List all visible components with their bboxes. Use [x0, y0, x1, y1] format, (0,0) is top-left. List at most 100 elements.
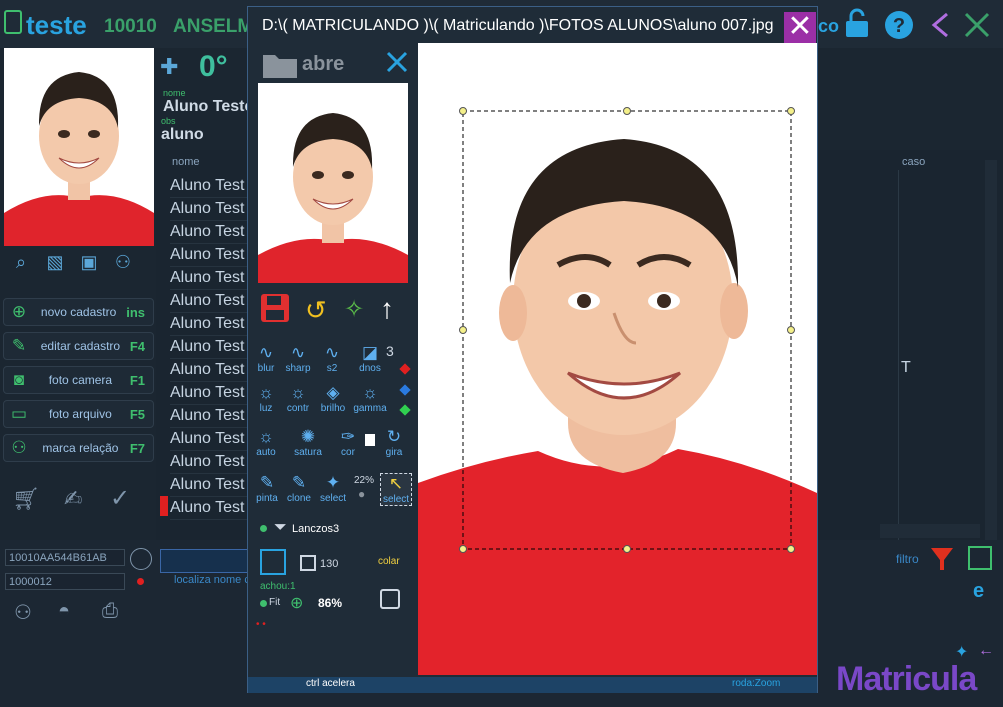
file-photo-button[interactable]: ▭ foto arquivo F5 [3, 400, 154, 428]
check-icon[interactable]: ✓ [110, 484, 130, 513]
back-icon[interactable] [930, 12, 950, 43]
undo-icon[interactable]: ↺ [305, 295, 327, 326]
crop-handle-bottom-left[interactable] [459, 545, 467, 553]
clean-broom-icon[interactable]: ✧ [344, 295, 364, 324]
sharp-control[interactable]: ∿ sharp [284, 343, 312, 374]
save-icon[interactable] [260, 293, 290, 328]
crop-handle-bottom[interactable] [623, 545, 631, 553]
image-edit-icon[interactable]: ▧ [38, 252, 72, 273]
light-control[interactable]: ☼ luz [254, 383, 278, 414]
paint-control[interactable]: ✎ pinta [254, 473, 280, 504]
camera-photo-button[interactable]: ◙ foto camera F1 [3, 366, 154, 394]
handshake-add-icon[interactable]: ✚ [160, 54, 178, 80]
grid-horizontal-scrollbar[interactable] [880, 524, 980, 538]
relations-icon[interactable]: ⚇ [106, 252, 140, 273]
color-swatch[interactable] [365, 434, 375, 446]
table-row[interactable]: Aluno Test [170, 473, 254, 497]
table-row[interactable]: Aluno Test [170, 335, 254, 359]
gamma-control[interactable]: ☼ gamma [352, 383, 388, 414]
color-picker-control[interactable]: ✑ cor [336, 427, 360, 458]
select-percent: 22% [354, 475, 375, 486]
zoom-in-icon[interactable]: ⊕ [290, 593, 303, 613]
fullscreen-icon[interactable] [380, 589, 400, 609]
table-row[interactable]: Aluno Test [170, 289, 254, 313]
brightness-control[interactable]: ◈ brilho [318, 383, 348, 414]
table-row[interactable]: Aluno Test [170, 450, 254, 474]
table-row[interactable]: Aluno Test [170, 496, 254, 520]
user-search-icon[interactable] [130, 548, 152, 570]
crop-size-value[interactable]: 130 [320, 558, 338, 570]
filter-icon[interactable] [930, 546, 954, 577]
help-icon[interactable]: ? [884, 10, 914, 45]
grid-vertical-scrollbar[interactable] [985, 160, 997, 540]
column-header-caso[interactable]: caso [902, 156, 925, 168]
table-row[interactable]: Aluno Test [170, 427, 254, 451]
contact-card-icon[interactable]: ▣ [72, 252, 106, 273]
saturation-control[interactable]: ✺ satura [290, 427, 326, 458]
column-header-name[interactable]: nome [172, 156, 200, 168]
table-row[interactable]: Aluno Test [170, 174, 254, 198]
paste-label[interactable]: colar [378, 556, 400, 567]
fit-label[interactable]: Fit [269, 597, 280, 608]
edit-record-button[interactable]: ✎ editar cadastro F4 [3, 332, 154, 360]
caso-cell: T [901, 359, 911, 376]
status-dot [137, 578, 144, 585]
status-dots: • • [256, 619, 266, 630]
table-row[interactable]: Aluno Test [170, 266, 254, 290]
browser-e-icon[interactable]: e [973, 580, 984, 603]
open-folder-label[interactable]: abre [302, 53, 344, 76]
spy-icon[interactable]: ◓ [58, 600, 70, 623]
up-arrow-icon[interactable]: ↑ [380, 293, 394, 325]
close-panel-icon[interactable] [386, 51, 408, 78]
funnel-icon[interactable]: ⏷ [274, 519, 287, 537]
new-record-button[interactable]: ⊕ novo cadastro ins [3, 298, 154, 326]
code-field-1[interactable]: 10010AA544B61AB [5, 549, 125, 566]
table-row[interactable]: Aluno Test [170, 404, 254, 428]
crop-handle-top-right[interactable] [787, 107, 795, 115]
app-logo-icon [4, 10, 22, 34]
select-tool-button[interactable]: ↖ select [380, 473, 412, 506]
form-edit-icon[interactable]: ✍︎ [64, 486, 82, 512]
denoise-control[interactable]: ◪ dnos [356, 343, 384, 374]
magic-select-control[interactable]: ✦ select [318, 473, 348, 504]
table-row[interactable]: Aluno Test [170, 381, 254, 405]
code-field-2[interactable]: 1000012 [5, 573, 125, 590]
group-icon[interactable]: ⚇ [14, 600, 32, 625]
file-user-icon: ▭ [10, 404, 28, 423]
crop-handle-bottom-right[interactable] [787, 545, 795, 553]
folder-icon[interactable] [262, 51, 298, 84]
close-app-icon[interactable] [964, 12, 990, 43]
table-row[interactable]: Aluno Test [170, 197, 254, 221]
crop-handle-right[interactable] [787, 326, 795, 334]
printer-icon[interactable]: ⎙ [102, 600, 118, 623]
table-row[interactable]: Aluno Test [170, 243, 254, 267]
search-name-input[interactable] [160, 549, 252, 573]
s2-control[interactable]: ∿ s2 [320, 343, 344, 374]
arrow-left-icon[interactable]: ← [978, 642, 994, 660]
brand-logo: Matricula [836, 660, 977, 698]
table-row[interactable]: Aluno Test [170, 312, 254, 336]
unlock-icon[interactable] [845, 8, 869, 46]
crop-handle-left[interactable] [459, 326, 467, 334]
crop-handle-top[interactable] [623, 107, 631, 115]
crop-size-icon[interactable] [300, 555, 316, 571]
face-detect-icon[interactable] [260, 549, 286, 575]
cart-icon[interactable]: 🛒︎ [12, 486, 40, 512]
contrast-control[interactable]: ☼ contr [284, 383, 312, 414]
rotate-control[interactable]: ↻ gira [382, 427, 406, 458]
mark-relation-button[interactable]: ⚇ marca relação F7 [3, 434, 154, 462]
image-canvas[interactable] [418, 43, 817, 675]
zoom-icon[interactable]: ⌕ [4, 252, 38, 273]
resize-window-icon[interactable] [968, 546, 992, 570]
crop-handle-top-left[interactable] [459, 107, 467, 115]
obs-value: aluno [161, 126, 204, 143]
table-row[interactable]: Aluno Test [170, 358, 254, 382]
clone-control[interactable]: ✎ clone [285, 473, 313, 504]
resample-filter-name[interactable]: Lanczos3 [292, 523, 339, 535]
fit-dot [260, 600, 267, 607]
blur-control[interactable]: ∿ blur [254, 343, 278, 374]
wrench-icon[interactable]: ✦ [955, 642, 968, 662]
table-row[interactable]: Aluno Test [170, 220, 254, 244]
dialog-close-button[interactable]: ✕ [784, 12, 816, 44]
auto-control[interactable]: ☼ auto [254, 427, 278, 458]
